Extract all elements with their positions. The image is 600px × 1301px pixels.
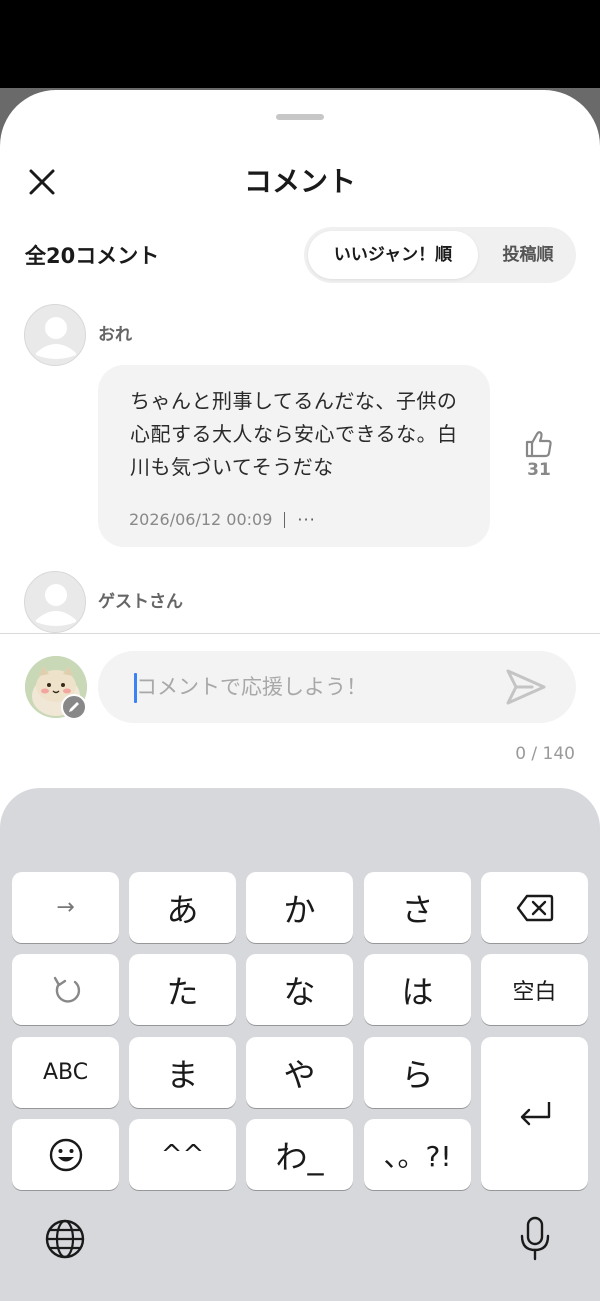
avatar[interactable] <box>24 304 86 366</box>
key-ma[interactable]: ま <box>129 1037 236 1108</box>
default-user-icon <box>36 584 76 626</box>
microphone-icon <box>520 1216 550 1261</box>
comment-author: おれ <box>98 325 132 345</box>
like-button[interactable]: 31 <box>516 430 562 490</box>
emoji-icon <box>49 1138 82 1171</box>
comment-input-placeholder: コメントで応援しよう！ <box>136 675 367 699</box>
globe-icon <box>45 1219 85 1259</box>
page-title: コメント <box>243 165 356 198</box>
key-space[interactable]: 空白 <box>481 954 588 1025</box>
key-ha[interactable]: は <box>364 954 471 1025</box>
default-user-icon <box>36 317 76 359</box>
key-arrow[interactable]: → <box>12 872 119 943</box>
thumbs-up-icon <box>525 431 552 458</box>
return-icon <box>520 1101 550 1125</box>
key-ra[interactable]: ら <box>364 1037 471 1108</box>
key-ka[interactable]: か <box>246 872 353 943</box>
key-ta[interactable]: た <box>129 954 236 1025</box>
key-abc[interactable]: ABC <box>12 1037 119 1108</box>
comment-bubble: ちゃんと刑事してるんだな、子供の心配する大人なら安心できるな。白川も気づいてそう… <box>98 365 490 547</box>
sort-option-likes[interactable]: いいジャン！順 <box>308 231 478 279</box>
more-options-button[interactable]: ··· <box>297 511 315 528</box>
comment-meta: 2026/06/12 00:09 ··· <box>129 510 316 529</box>
key-ya[interactable]: や <box>246 1037 353 1108</box>
key-return[interactable] <box>481 1037 588 1190</box>
key-backspace[interactable] <box>481 872 588 943</box>
key-na[interactable]: な <box>246 954 353 1025</box>
character-counter: 0 / 140 <box>515 744 575 764</box>
globe-button[interactable] <box>42 1216 88 1262</box>
key-emoji[interactable] <box>12 1119 119 1190</box>
comment-text: ちゃんと刑事してるんだな、子供の心配する大人なら安心できるな。白川も気づいてそう… <box>130 389 458 479</box>
comment-count-label: 全20コメント <box>25 244 160 268</box>
key-kaomoji[interactable]: ^^ <box>129 1119 236 1190</box>
edit-avatar-button[interactable] <box>61 694 87 720</box>
key-sa[interactable]: さ <box>364 872 471 943</box>
sheet-drag-handle[interactable] <box>276 114 324 120</box>
comment-author: ゲストさん <box>98 592 183 612</box>
key-wa[interactable]: わ_ <box>246 1119 353 1190</box>
send-icon <box>506 669 546 705</box>
my-avatar[interactable] <box>25 656 87 720</box>
like-count: 31 <box>527 460 551 480</box>
japanese-keyboard: → あ か さ た な は 空白 ABC ま や ら ^^ わ_ 、。?! <box>0 788 600 1301</box>
key-a[interactable]: あ <box>129 872 236 943</box>
undo-icon <box>53 976 80 1003</box>
key-punctuation[interactable]: 、。?! <box>364 1119 471 1190</box>
sort-toggle: いいジャン！順 投稿順 <box>304 227 576 283</box>
sort-option-newest[interactable]: 投稿順 <box>482 231 574 279</box>
send-button[interactable] <box>502 663 550 711</box>
microphone-button[interactable] <box>512 1214 558 1264</box>
backspace-icon <box>516 894 553 921</box>
composer-divider <box>0 633 600 634</box>
comment-input[interactable]: コメントで応援しよう！ <box>98 651 576 723</box>
avatar[interactable] <box>24 571 86 633</box>
pencil-icon <box>69 702 79 712</box>
comment-timestamp: 2026/06/12 00:09 <box>129 510 273 529</box>
key-undo[interactable] <box>12 954 119 1025</box>
meta-divider <box>284 511 286 528</box>
